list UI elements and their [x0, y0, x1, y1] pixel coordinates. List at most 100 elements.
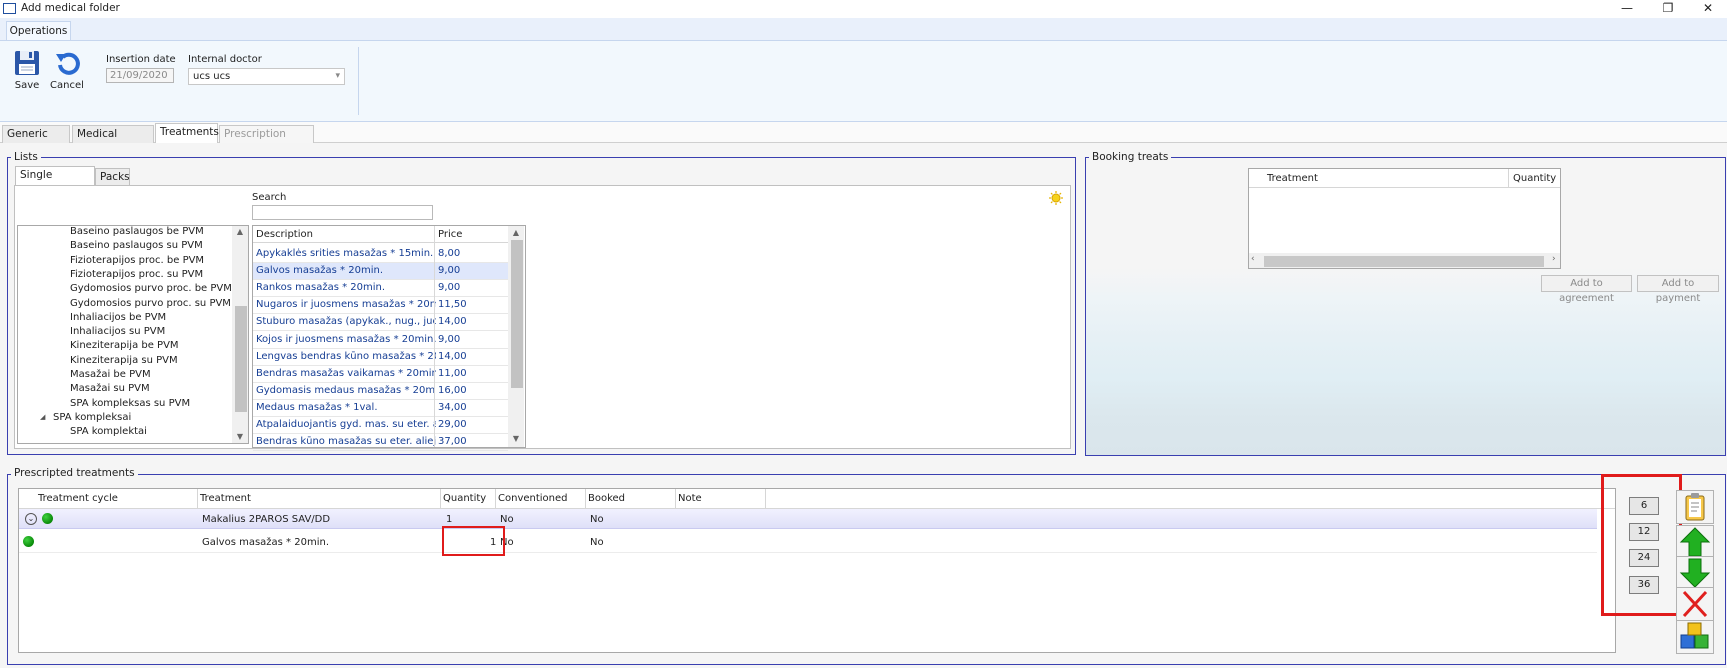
tree-scroll-thumb[interactable]	[235, 306, 247, 412]
move-up-button[interactable]	[1676, 525, 1714, 559]
quantity-12-button[interactable]: 12	[1629, 523, 1659, 541]
delete-icon	[1682, 590, 1708, 618]
tree-item[interactable]: Inhaliacijos su PVM	[70, 326, 165, 337]
list-item[interactable]: Gydomasis medaus masažas * 20min. 16,00	[253, 383, 508, 400]
tree-item[interactable]: Baseino paslaugos be PVM	[70, 226, 204, 237]
window-icon	[3, 3, 16, 14]
tree-item[interactable]: Masažai be PVM	[70, 369, 151, 380]
add-to-agreement-button[interactable]: Add to agreement	[1541, 275, 1632, 304]
tree-item[interactable]: SPA kompleksai	[53, 412, 131, 423]
column-header-quantity[interactable]: Quantity	[443, 493, 486, 504]
service-price: 14,00	[438, 350, 467, 362]
list-item[interactable]: Galvos masažas * 20min. 9,00	[253, 263, 508, 281]
prescription-button[interactable]	[1676, 490, 1714, 524]
list-item[interactable]: Rankos masažas * 20min. 9,00	[253, 280, 508, 298]
column-header-treatment-cycle[interactable]: Treatment cycle	[38, 493, 118, 504]
list-item[interactable]: Apykaklės srities masažas * 15min. 8,00	[253, 246, 508, 263]
column-divider	[495, 489, 496, 508]
down-arrow-icon	[1679, 558, 1711, 588]
list-item[interactable]: Lengvas bendras kūno masažas * 20m 14,00	[253, 349, 508, 366]
tab-treatments[interactable]: Treatments	[155, 123, 219, 143]
collapse-icon[interactable]: ⌄	[25, 513, 37, 525]
service-price: 9,00	[438, 265, 461, 277]
row-treatment: Galvos masažas * 20min.	[202, 537, 329, 548]
tree-item[interactable]: Gydomosios purvo proc. be PVM	[70, 283, 232, 294]
column-header-quantity[interactable]: Quantity	[1513, 173, 1556, 184]
scroll-down-icon[interactable]: ▼	[232, 432, 248, 441]
tree-item[interactable]: Fizioterapijos proc. su PVM	[70, 269, 203, 280]
tree-item[interactable]: Fizioterapijos proc. be PVM	[70, 255, 204, 266]
tab-single-services[interactable]: Single services	[15, 166, 95, 197]
tree-item[interactable]: Kineziterapija be PVM	[70, 340, 179, 351]
add-to-payment-button[interactable]: Add to payment	[1637, 275, 1719, 304]
scroll-left-icon[interactable]: ‹	[1251, 254, 1255, 264]
scroll-right-icon[interactable]: ›	[1552, 254, 1556, 264]
tab-prescription-order[interactable]: Prescription order	[219, 125, 314, 156]
minimize-button[interactable]: —	[1607, 0, 1647, 18]
delete-button[interactable]	[1676, 587, 1714, 621]
scroll-up-icon[interactable]: ▲	[508, 228, 524, 237]
column-header-treatment[interactable]: Treatment	[1267, 173, 1318, 184]
column-header-note[interactable]: Note	[678, 493, 702, 504]
service-price: 34,00	[438, 401, 467, 413]
ribbon-separator	[358, 47, 359, 115]
booking-hscroll-thumb[interactable]	[1264, 256, 1544, 267]
quantity-6-button[interactable]: 6	[1629, 497, 1659, 515]
list-item[interactable]: Bendras masažas vaikamas * 20min. 11,00	[253, 366, 508, 383]
cubes-icon	[1680, 622, 1709, 649]
service-description: Atpalaiduojantis gyd. mas. su eter. al.	[256, 419, 436, 430]
tab-packs[interactable]: Packs	[95, 168, 130, 186]
clipboard-icon	[1685, 493, 1705, 521]
column-divider	[440, 489, 441, 508]
row-booked: No	[590, 514, 604, 525]
tree-expander-icon[interactable]: ◢	[40, 413, 45, 421]
column-header-price[interactable]: Price	[438, 229, 462, 240]
quantity-36-button[interactable]: 36	[1629, 576, 1659, 594]
packs-button[interactable]	[1676, 620, 1714, 654]
row-quantity[interactable]: 1	[446, 514, 452, 525]
tree-item[interactable]: Gydomosios purvo proc. su PVM	[70, 298, 231, 309]
tree-item[interactable]: Masažai su PVM	[70, 383, 150, 394]
restore-button[interactable]: ❐	[1648, 0, 1688, 18]
tree-item[interactable]: Inhaliacijos be PVM	[70, 312, 166, 323]
column-header-description[interactable]: Description	[256, 229, 313, 240]
tree-item[interactable]: SPA komplektai	[70, 426, 147, 437]
tab-operations[interactable]: Operations	[6, 21, 71, 41]
grid-scroll-thumb[interactable]	[511, 240, 523, 388]
tree-item[interactable]: Kineziterapija su PVM	[70, 355, 178, 366]
lists-title: Lists	[11, 151, 41, 163]
save-button[interactable]: Save	[7, 46, 47, 96]
service-price: 9,00	[438, 282, 461, 294]
service-description: Galvos masažas * 20min.	[256, 265, 383, 277]
status-ok-icon	[42, 513, 53, 524]
prescribed-title: Prescripted treatments	[11, 467, 138, 479]
cancel-icon	[56, 52, 80, 75]
scroll-up-icon[interactable]: ▲	[232, 227, 248, 236]
list-item[interactable]: Atpalaiduojantis gyd. mas. su eter. al. 2…	[253, 417, 508, 434]
scroll-down-icon[interactable]: ▼	[508, 434, 524, 443]
list-item[interactable]: Medaus masažas * 1val. 34,00	[253, 400, 508, 417]
list-item[interactable]: Nugaros ir juosmens masažas * 20min 11,50	[253, 297, 508, 315]
close-button[interactable]: ✕	[1688, 0, 1727, 18]
cancel-button[interactable]: Cancel	[47, 46, 87, 96]
internal-doctor-value: ucs ucs	[193, 71, 231, 82]
list-item[interactable]: Stuburo masažas (apykak., nug., juosm 14,…	[253, 314, 508, 332]
search-input[interactable]	[252, 205, 433, 220]
quantity-24-button[interactable]: 24	[1629, 549, 1659, 567]
search-label: Search	[252, 192, 287, 203]
tree-item[interactable]: Baseino paslaugos su PVM	[70, 240, 203, 251]
column-header-conventioned[interactable]: Conventioned	[498, 493, 568, 504]
tree-item[interactable]: SPA kompleksas su PVM	[70, 398, 190, 409]
tab-medical-memo[interactable]: Medical memo	[72, 125, 154, 156]
column-header-booked[interactable]: Booked	[588, 493, 625, 504]
move-down-button[interactable]	[1676, 556, 1714, 590]
service-description: Rankos masažas * 20min.	[256, 282, 386, 294]
service-description: Nugaros ir juosmens masažas * 20min	[256, 299, 436, 311]
list-item[interactable]: Bendras kūno masažas su eter. aliejai 37,…	[253, 434, 508, 452]
chevron-down-icon: ▾	[335, 71, 340, 81]
tab-generic-data[interactable]: Generic data	[2, 125, 70, 156]
internal-doctor-select[interactable]: ucs ucs ▾	[188, 68, 345, 85]
sun-icon[interactable]	[1049, 191, 1063, 205]
list-item[interactable]: Kojos ir juosmens masažas * 20min. 9,00	[253, 332, 508, 349]
column-header-treatment[interactable]: Treatment	[200, 493, 251, 504]
